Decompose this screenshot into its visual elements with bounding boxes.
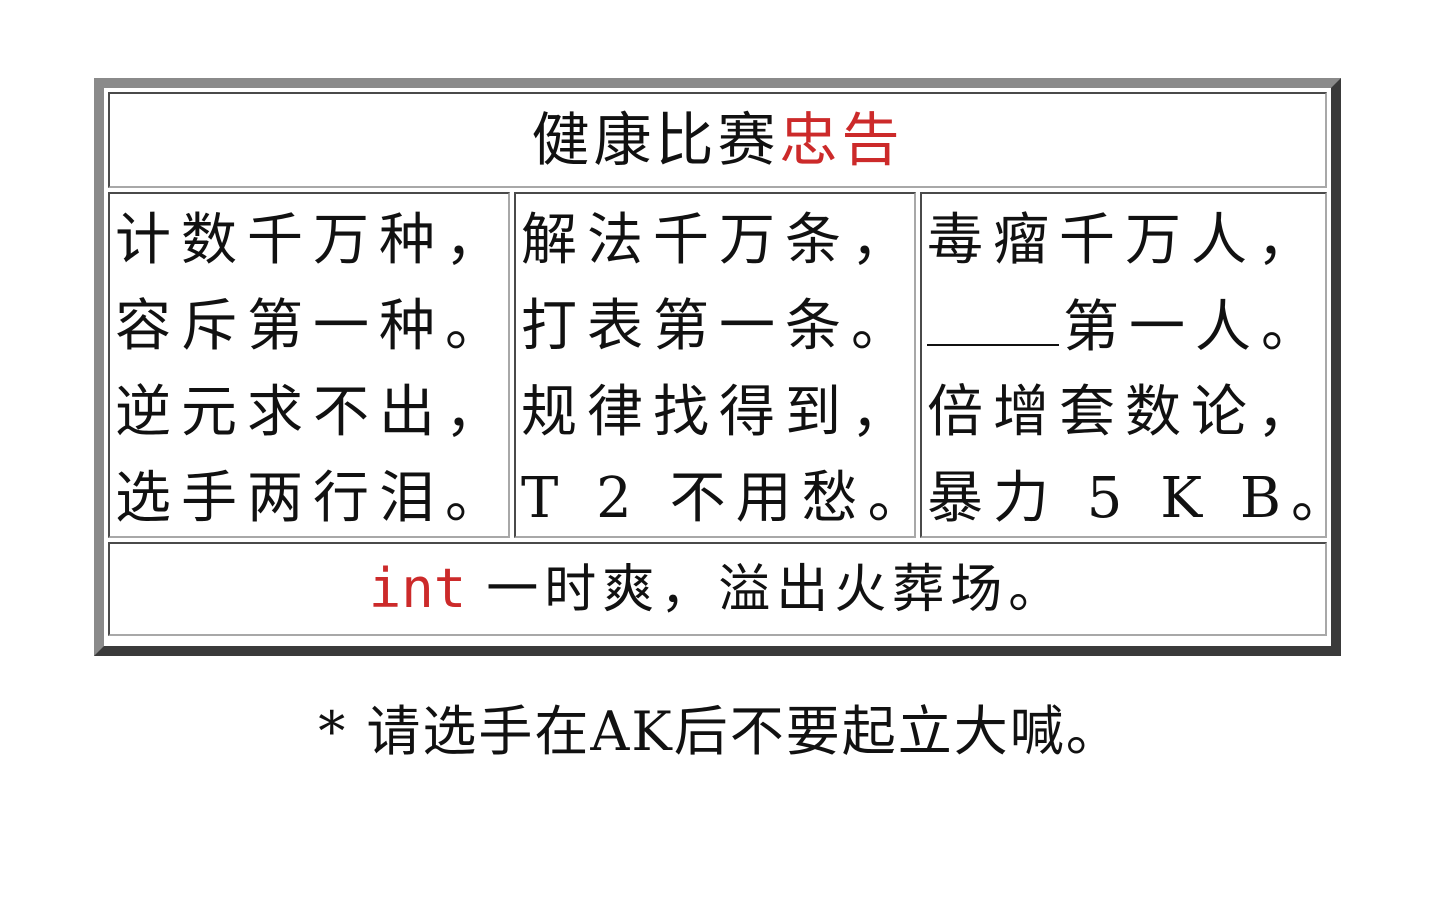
verse-cell-3: 毒瘤千万人， 第一人。 倍增套数论， 暴力 5 K B。 [920,192,1347,538]
verse-line: 暴力 5 K B。 [927,466,1358,531]
poem-table: 健康比赛忠告 计数千万种， 容斥第一种。 逆元求不出， 选手两行泪。 解法千万条… [94,78,1347,656]
verse-line: 选手两行泪。 [115,466,511,531]
verse-line: T 2 不用愁。 [521,466,934,531]
verse-cell-2: 解法千万条， 打表第一条。 规律找得到， T 2 不用愁。 [514,192,924,538]
footer-code: int [368,557,467,620]
verse-line: 计数千万种， [115,208,511,273]
verse-line: 逆元求不出， [115,380,511,445]
title-main: 健康比赛 [531,106,780,174]
footer-text: 一时爽，溢出火葬场。 [486,560,1067,620]
fill-in-blank [927,284,1059,346]
footer-cell: int 一时爽，溢出火葬场。 [108,542,1327,636]
verse-line: 毒瘤千万人， [927,208,1323,273]
verse-cell-1: 计数千万种， 容斥第一种。 逆元求不出， 选手两行泪。 [108,192,510,538]
note: * 请选手在AK后不要起立大喊。 [318,700,1122,763]
verse-line-with-blank: 第一人。 [927,284,1357,370]
footer-line: int 一时爽，溢出火葬场。 [369,562,1067,617]
verse-line: 规律找得到， [521,380,917,445]
verse-line: 解法千万条， [521,208,917,273]
title: 健康比赛忠告 [531,111,903,169]
verse-line: 容斥第一种。 [115,294,511,359]
verse-line: 打表第一条。 [521,294,917,359]
title-accent: 忠告 [779,106,904,174]
title-cell: 健康比赛忠告 [108,92,1327,188]
verse-line: 倍增套数论， [927,380,1323,445]
verse-line-text: 第一人。 [1063,295,1327,360]
